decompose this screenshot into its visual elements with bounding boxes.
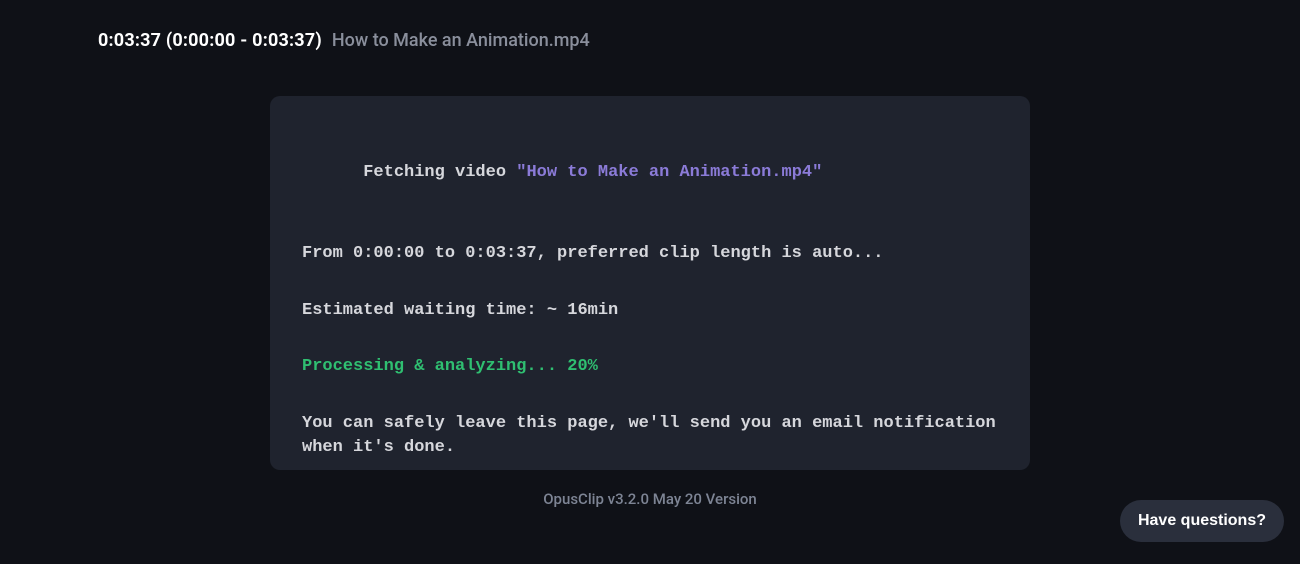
console-line-notice: You can safely leave this page, we'll se… bbox=[302, 412, 998, 461]
console-line-eta: Estimated waiting time: ~ 16min bbox=[302, 299, 998, 324]
console-line-fetch: Fetching video "How to Make an Animation… bbox=[302, 136, 998, 210]
fetch-label: Fetching video bbox=[363, 163, 516, 182]
header-bar: 0:03:37 (0:00:00 - 0:03:37) How to Make … bbox=[98, 30, 590, 51]
source-filename: How to Make an Animation.mp4 bbox=[332, 30, 590, 51]
processing-console: Fetching video "How to Make an Animation… bbox=[270, 96, 1030, 470]
clip-duration-range: 0:03:37 (0:00:00 - 0:03:37) bbox=[98, 30, 322, 51]
app-version-footer: OpusClip v3.2.0 May 20 Version bbox=[0, 490, 1300, 508]
fetch-filename: "How to Make an Animation.mp4" bbox=[516, 163, 822, 182]
help-button[interactable]: Have questions? bbox=[1120, 500, 1284, 542]
console-line-range: From 0:00:00 to 0:03:37, preferred clip … bbox=[302, 242, 998, 267]
processing-page: 0:03:37 (0:00:00 - 0:03:37) How to Make … bbox=[0, 0, 1300, 564]
console-line-progress: Processing & analyzing... 20% bbox=[302, 355, 998, 380]
